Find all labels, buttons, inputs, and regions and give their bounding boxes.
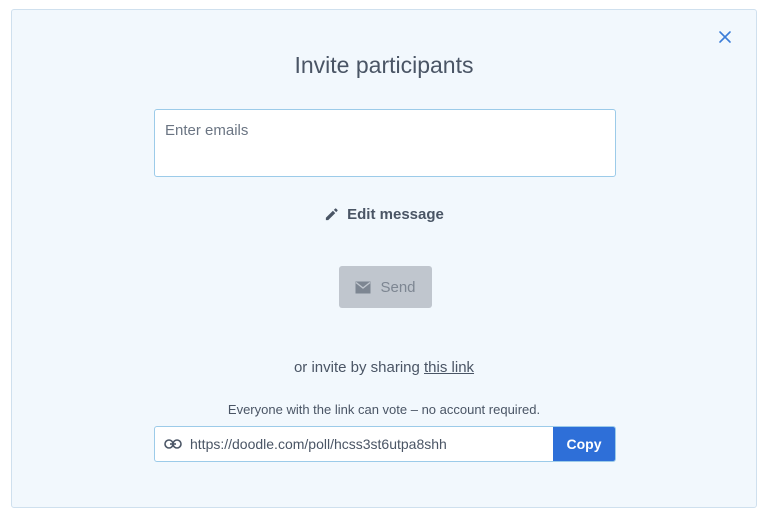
edit-message-button[interactable]: Edit message bbox=[12, 206, 756, 223]
share-link-field[interactable]: https://doodle.com/poll/hcss3st6utpa8shh… bbox=[154, 426, 616, 462]
envelope-icon bbox=[355, 281, 371, 294]
this-link[interactable]: this link bbox=[424, 359, 474, 376]
poll-url[interactable]: https://doodle.com/poll/hcss3st6utpa8shh bbox=[190, 436, 553, 452]
link-icon bbox=[164, 439, 182, 449]
dialog-title: Invite participants bbox=[294, 52, 474, 78]
send-label: Send bbox=[380, 278, 416, 296]
pencil-icon bbox=[324, 207, 339, 222]
copy-button[interactable]: Copy bbox=[553, 427, 615, 461]
share-link-text: or invite by sharing this link bbox=[12, 359, 756, 376]
link-permission-note: Everyone with the link can vote – no acc… bbox=[227, 402, 541, 417]
email-field[interactable] bbox=[165, 122, 605, 164]
send-button[interactable]: Send bbox=[339, 266, 432, 308]
or-invite-label: or invite by sharing bbox=[293, 359, 420, 376]
edit-message-label: Edit message bbox=[347, 206, 444, 223]
close-icon[interactable] bbox=[718, 30, 732, 44]
email-field-container[interactable] bbox=[154, 109, 616, 177]
invite-dialog: Invite participants Edit message Send or… bbox=[11, 9, 757, 508]
